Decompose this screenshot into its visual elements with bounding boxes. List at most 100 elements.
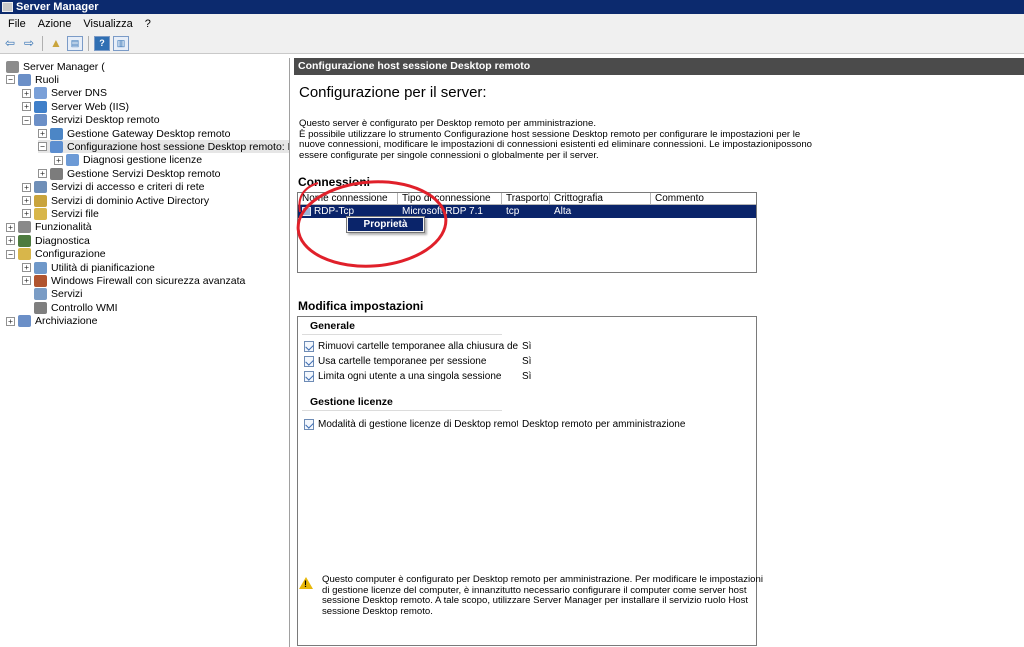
intro-text: Questo server è configurato per Desktop … — [299, 118, 813, 161]
expand-icon[interactable]: + — [22, 182, 31, 192]
tree-item[interactable]: + Gestione Gateway Desktop remoto — [38, 127, 230, 140]
expand-icon[interactable]: + — [38, 129, 47, 138]
group-generale: Generale — [310, 320, 355, 332]
warning-message: ! Questo computer è configurato per Desk… — [299, 574, 769, 617]
context-menu: Proprietà — [346, 216, 425, 233]
context-menu-properties[interactable]: Proprietà — [348, 218, 423, 231]
tree-item[interactable]: + Server Web (IIS) — [22, 100, 129, 113]
tree-item-label: Diagnostica — [35, 234, 90, 247]
expand-icon[interactable]: + — [54, 155, 63, 165]
menu-azione[interactable]: Azione — [32, 18, 78, 30]
setting-name: Limita ogni utente a una singola session… — [318, 371, 502, 382]
collapse-icon[interactable]: − — [38, 142, 47, 152]
tree-item[interactable]: + Windows Firewall con sicurezza avanzata — [22, 274, 245, 287]
menu-file[interactable]: File — [2, 18, 32, 30]
tree-item[interactable]: Controllo WMI — [22, 301, 118, 314]
tree-item[interactable]: + Servizi file — [22, 207, 99, 220]
tree-node-icon — [34, 288, 47, 301]
expand-icon[interactable]: + — [22, 88, 31, 98]
tree-node-icon — [50, 140, 63, 153]
tree-item-label: Windows Firewall con sicurezza avanzata — [51, 274, 246, 287]
pane-header: Configurazione host sessione Desktop rem… — [294, 58, 1024, 75]
navigation-tree: Server Manager (− Ruoli + Server DNS + Server… — [0, 58, 290, 647]
menu-help[interactable]: ? — [139, 18, 157, 30]
expand-icon[interactable]: + — [38, 169, 47, 179]
tree-item-label: Servizi di accesso e criteri di rete — [51, 181, 205, 194]
expand-icon[interactable]: + — [6, 222, 15, 232]
tree-item-label: Configurazione — [35, 248, 106, 261]
action-pane-icon[interactable]: ▥ — [113, 35, 129, 51]
collapse-icon[interactable]: − — [6, 249, 15, 259]
connection-encryption: Alta — [554, 206, 572, 217]
tree-item-label: Servizi — [51, 288, 83, 301]
tree-node-icon — [50, 167, 63, 180]
toolbar: ⇦ ⇨ ▲ ▤ ? ▥ — [0, 33, 1024, 54]
setting-name: Rimuovi cartelle temporanee alla chiusur… — [318, 341, 518, 352]
tree-item[interactable]: + Diagnosi gestione licenze — [54, 154, 202, 167]
help-icon[interactable]: ? — [94, 35, 110, 51]
connection-comment — [651, 205, 756, 218]
column-header-name[interactable]: Nome connessione — [298, 193, 398, 205]
show-hide-tree-icon[interactable]: ▤ — [67, 35, 83, 51]
expand-icon[interactable]: + — [6, 316, 15, 326]
collapse-icon[interactable]: − — [22, 115, 31, 125]
tree-item[interactable]: − Configurazione — [6, 248, 106, 261]
expand-icon[interactable]: + — [6, 236, 15, 246]
expand-icon[interactable]: + — [22, 196, 31, 205]
tree-item[interactable]: + Server DNS — [22, 87, 107, 100]
tree-node-icon — [34, 87, 47, 100]
expand-icon[interactable]: + — [22, 263, 31, 272]
details-pane: Configurazione host sessione Desktop rem… — [294, 58, 1024, 647]
tree-item[interactable]: − Configurazione host sessione Desktop re… — [38, 140, 289, 154]
page-title: Configurazione per il server: — [299, 84, 487, 101]
tree-item[interactable]: + Servizi di dominio Active Directory — [22, 194, 209, 207]
menu-visualizza[interactable]: Visualizza — [77, 18, 138, 30]
setting-name: Usa cartelle temporanee per sessione — [318, 356, 487, 367]
setting-value: Sì — [522, 371, 532, 382]
tree-node-icon — [6, 60, 19, 73]
expand-icon[interactable]: + — [22, 209, 31, 219]
setting-row[interactable]: Modalità di gestione licenze di Desktop … — [304, 418, 685, 431]
setting-row[interactable]: Limita ogni utente a una singola session… — [304, 370, 531, 383]
back-arrow-icon[interactable]: ⇦ — [2, 36, 18, 51]
tree-item-label: Gestione Servizi Desktop remoto — [67, 167, 221, 180]
forward-arrow-icon[interactable]: ⇨ — [21, 36, 37, 51]
setting-value: Sì — [522, 341, 532, 352]
tree-node-icon — [34, 194, 47, 207]
tree-item[interactable]: + Servizi di accesso e criteri di rete — [22, 181, 204, 194]
tree-item[interactable]: − Ruoli — [6, 73, 59, 86]
tree-item[interactable]: − Servizi Desktop remoto — [22, 114, 160, 127]
tree-item[interactable]: + Archiviazione — [6, 315, 97, 328]
column-header-comment[interactable]: Commento — [651, 193, 756, 205]
expand-icon[interactable]: + — [22, 276, 31, 286]
tree-node-icon — [34, 100, 47, 113]
tree-item[interactable]: + Diagnostica — [6, 234, 90, 247]
setting-row[interactable]: Usa cartelle temporanee per sessione Sì — [304, 355, 531, 368]
expand-icon[interactable]: + — [22, 102, 31, 112]
tree-item-label: Servizi di dominio Active Directory — [51, 194, 210, 207]
tree-item[interactable]: Servizi — [22, 288, 83, 301]
tree-item[interactable]: + Utilità di pianificazione — [22, 261, 155, 274]
tree-item[interactable]: + Funzionalità — [6, 221, 92, 234]
setting-icon — [304, 371, 314, 382]
column-header-encryption[interactable]: Crittografia — [550, 193, 651, 205]
tree-node-icon — [66, 154, 79, 167]
connections-heading: Connessioni — [298, 175, 371, 189]
tree-item-label: Servizi file — [51, 207, 99, 220]
tree-item[interactable]: Server Manager ( — [6, 60, 105, 73]
collapse-icon[interactable]: − — [6, 75, 15, 85]
tree-node-icon — [34, 207, 47, 220]
column-header-type[interactable]: Tipo di connessione — [398, 193, 502, 205]
tree-item-label: Server Manager ( — [23, 60, 105, 73]
up-folder-icon[interactable]: ▲ — [48, 36, 64, 51]
tree-item-label: Server DNS — [51, 87, 108, 100]
toolbar-separator — [42, 35, 43, 51]
tree-item[interactable]: + Gestione Servizi Desktop remoto — [38, 167, 220, 180]
menu-bar: File Azione Visualizza ? — [0, 14, 1024, 33]
tree-item-label: Ruoli — [35, 73, 59, 86]
column-header-transport[interactable]: Trasporto — [502, 193, 550, 205]
settings-heading: Modifica impostazioni — [298, 299, 424, 313]
tree-node-icon — [18, 73, 31, 86]
setting-row[interactable]: Rimuovi cartelle temporanee alla chiusur… — [304, 340, 531, 353]
